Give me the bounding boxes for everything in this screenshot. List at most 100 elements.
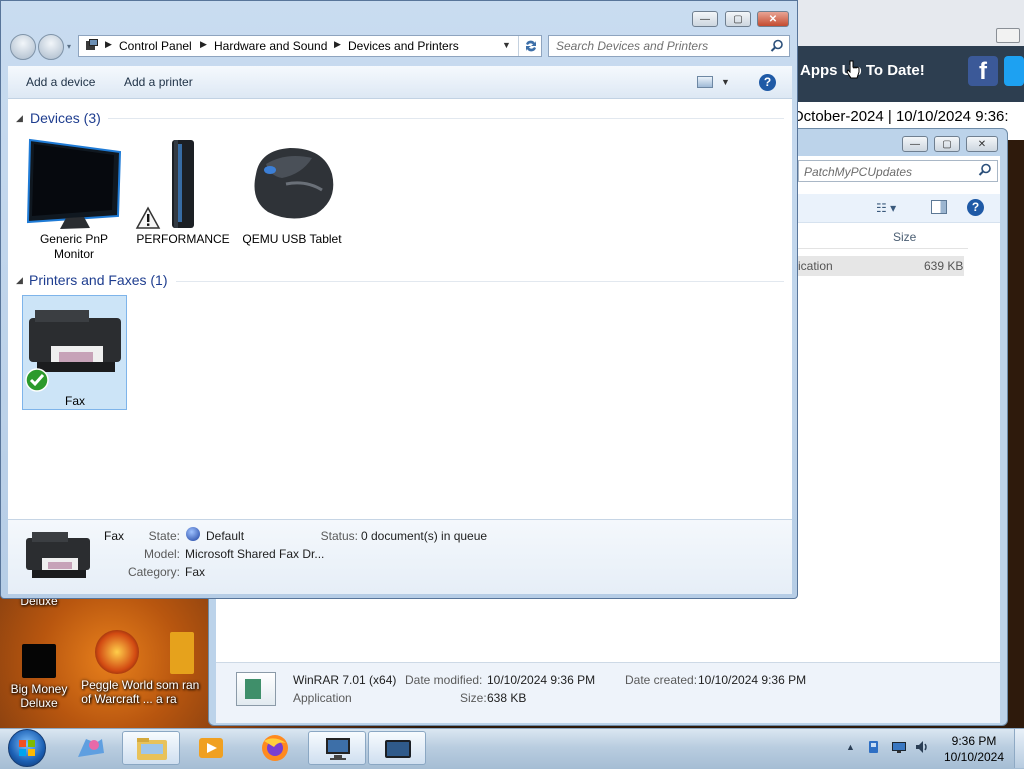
close-button[interactable]: ✕ xyxy=(966,136,998,152)
details-file-type: Application xyxy=(293,691,352,705)
add-printer-button[interactable]: Add a printer xyxy=(124,75,193,89)
category-value: Fax xyxy=(185,565,206,579)
firefox-icon xyxy=(262,735,288,761)
volume-tray-icon[interactable] xyxy=(914,739,930,755)
explorer-search-input[interactable]: PatchMyPCUpdates xyxy=(798,160,998,182)
taskbar-app-devices-and-printers[interactable] xyxy=(308,731,366,765)
control-panel-icon xyxy=(385,740,411,758)
app-icon xyxy=(22,644,56,678)
group-divider xyxy=(108,118,784,119)
back-button[interactable] xyxy=(10,34,36,60)
monitor-icon xyxy=(26,138,122,229)
refresh-button[interactable] xyxy=(518,36,543,56)
show-hidden-icons-chevron-icon[interactable]: ▲ xyxy=(846,742,855,752)
recent-pages-chevron-icon[interactable]: ▾ xyxy=(67,42,71,51)
size-label: Size: xyxy=(460,691,487,705)
warning-icon xyxy=(135,206,161,229)
column-size[interactable]: Size xyxy=(893,230,916,244)
browser-chrome xyxy=(790,0,1024,47)
view-options-chevron-icon[interactable]: ▼ xyxy=(721,77,730,87)
winrar-file-icon xyxy=(236,672,276,706)
group-title-printers-and-faxes[interactable]: Printers and Faxes (1) xyxy=(29,272,168,288)
search-input[interactable]: Search Devices and Printers xyxy=(548,35,790,57)
mouse-device-icon xyxy=(254,148,334,219)
facebook-icon[interactable]: f xyxy=(968,56,998,86)
folder-icon xyxy=(137,738,167,760)
breadcrumb-separator-icon[interactable]: ▶ xyxy=(334,39,341,50)
minimize-button[interactable]: — xyxy=(692,11,718,27)
date-created-value: 10/10/2024 9:36 PM xyxy=(698,673,807,687)
search-icon xyxy=(770,39,784,56)
taskbar-app-explorer[interactable] xyxy=(122,731,180,765)
address-dropdown-chevron-icon[interactable]: ▼ xyxy=(502,40,511,50)
preview-pane-icon[interactable] xyxy=(931,200,947,214)
default-checkmark-icon xyxy=(25,368,49,392)
forward-button[interactable] xyxy=(38,34,64,60)
desktop-icon-label: Big Money Deluxe xyxy=(10,682,68,710)
collapse-group-icon[interactable]: ◢ xyxy=(16,113,23,124)
network-tray-icon[interactable] xyxy=(866,739,882,755)
clock-date: 10/10/2024 xyxy=(943,750,1005,764)
state-label: State: xyxy=(148,529,180,543)
collapse-group-icon[interactable]: ◢ xyxy=(16,275,23,286)
devices-icon xyxy=(326,738,350,760)
change-view-icon[interactable] xyxy=(697,76,713,88)
device-fax[interactable]: Fax xyxy=(22,295,127,410)
device-label: Fax xyxy=(64,394,85,408)
control-panel-icon xyxy=(85,38,99,52)
device-performance[interactable]: PERFORMANCE xyxy=(133,134,233,254)
file-row-type: ication xyxy=(798,259,833,273)
printer-icon xyxy=(26,532,90,578)
taskbar-clock[interactable]: 9:36 PM 10/10/2024 xyxy=(934,733,1014,765)
mouse-cursor xyxy=(846,60,860,80)
twitter-icon[interactable] xyxy=(1004,56,1024,86)
file-row-size: 639 KB xyxy=(924,259,964,273)
breadcrumb-control-panel[interactable]: Control Panel xyxy=(119,39,192,53)
size-value: 638 KB xyxy=(487,691,527,705)
breadcrumb-separator-icon[interactable]: ▶ xyxy=(105,39,112,50)
group-title-devices[interactable]: Devices (3) xyxy=(30,110,101,126)
help-icon[interactable]: ? xyxy=(759,74,776,91)
computer-tower-icon xyxy=(172,140,194,228)
banner-text: Apps Up To Date! xyxy=(800,62,925,79)
desktop-icon-label: Peggle World of Warcraft ... xyxy=(81,678,153,706)
app-icon xyxy=(170,632,194,674)
start-button[interactable] xyxy=(8,729,46,767)
desktop-icon-big-money[interactable]: Big Money Deluxe xyxy=(0,644,78,710)
date-created-label: Date created: xyxy=(625,673,698,687)
taskbar-app-paint[interactable] xyxy=(62,731,120,765)
views-icon[interactable]: ☷ ▾ xyxy=(876,201,896,215)
details-file-name: WinRAR 7.01 (x64) xyxy=(293,673,397,687)
taskbar-app-firefox[interactable] xyxy=(246,731,304,765)
maximize-button[interactable]: ▢ xyxy=(934,136,960,152)
windows-logo-icon xyxy=(19,740,35,756)
media-player-icon xyxy=(199,738,223,758)
taskbar-app-media-player[interactable] xyxy=(182,731,240,765)
date-modified-value: 10/10/2024 9:36 PM xyxy=(487,673,596,687)
show-desktop-button[interactable] xyxy=(1014,729,1024,768)
device-generic-pnp-monitor[interactable]: Generic PnP Monitor xyxy=(24,134,124,264)
desktop-icon-partial[interactable]: som ran a ra xyxy=(156,632,208,706)
default-state-icon xyxy=(186,527,200,541)
browser-minimize-button[interactable] xyxy=(996,28,1020,43)
date-banner: October-2024 | 10/10/2024 9:36: xyxy=(792,108,1009,125)
paint-icon xyxy=(78,739,104,757)
desktop-icon-label: som ran a ra xyxy=(156,678,200,706)
breadcrumb-devices-and-printers[interactable]: Devices and Printers xyxy=(348,39,459,53)
breadcrumb-hardware-and-sound[interactable]: Hardware and Sound xyxy=(214,39,327,53)
display-tray-icon[interactable] xyxy=(891,741,907,754)
search-icon xyxy=(978,163,992,180)
minimize-button[interactable]: — xyxy=(902,136,928,152)
clock-time: 9:36 PM xyxy=(951,734,997,748)
device-label: QEMU USB Tablet xyxy=(242,232,342,246)
add-device-button[interactable]: Add a device xyxy=(26,75,95,89)
desktop-icon-peggle[interactable]: Peggle World of Warcraft ... xyxy=(78,630,156,706)
device-qemu-usb-tablet[interactable]: QEMU USB Tablet xyxy=(242,134,342,264)
close-button[interactable]: ✕ xyxy=(757,11,789,27)
maximize-button[interactable]: ▢ xyxy=(725,11,751,27)
device-label: Generic PnP Monitor xyxy=(39,232,109,261)
group-divider xyxy=(176,281,784,282)
taskbar-app-explorer-2[interactable] xyxy=(368,731,426,765)
help-icon[interactable]: ? xyxy=(967,199,984,216)
breadcrumb-separator-icon[interactable]: ▶ xyxy=(200,39,207,50)
